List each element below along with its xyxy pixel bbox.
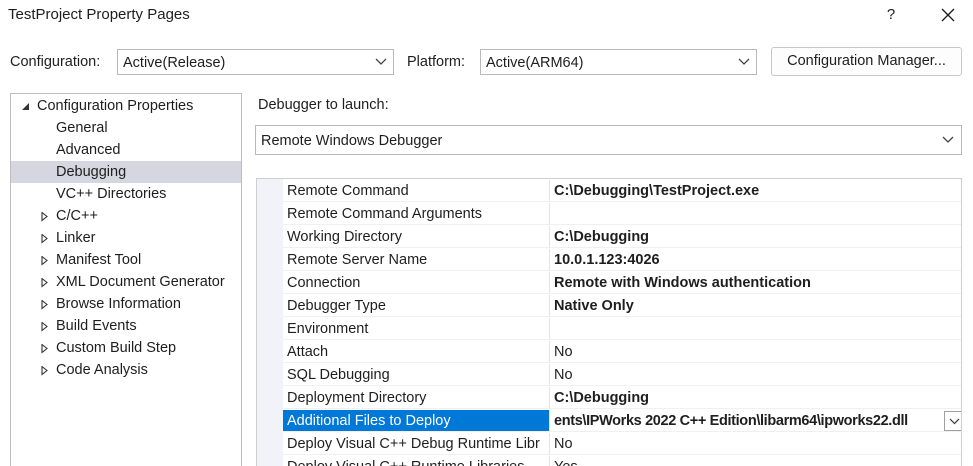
platform-value: Active(ARM64) (486, 55, 584, 71)
tree-item-label: Configuration Properties (37, 98, 194, 114)
chevron-down-icon (942, 136, 954, 143)
tree-item[interactable]: VC++ Directories (11, 183, 241, 205)
tree-item-label: Build Events (56, 318, 137, 334)
property-value[interactable]: Yes (549, 456, 961, 466)
tree-item[interactable]: Manifest Tool (11, 249, 241, 271)
tree-item-label: Debugging (56, 164, 127, 180)
property-name[interactable]: Deploy Visual C++ Runtime Libraries (283, 456, 549, 466)
property-value[interactable]: No (549, 341, 961, 363)
collapsed-triangle-icon[interactable] (39, 205, 51, 227)
configuration-value: Active(Release) (123, 55, 226, 71)
tree-item[interactable]: Browse Information (11, 293, 241, 315)
property-row[interactable]: Working Directory C:\Debugging (283, 226, 961, 249)
tree-item[interactable]: XML Document Generator (11, 271, 241, 293)
property-value-text: ents\IPWorks 2022 C++ Edition\libarm64\i… (554, 413, 908, 429)
property-row[interactable]: Additional Files to Deploy ents\IPWorks 2… (283, 410, 961, 433)
tree-item-label: VC++ Directories (56, 186, 167, 202)
tree-item-label: Browse Information (56, 296, 181, 312)
property-row[interactable]: Connection Remote with Windows authentica… (283, 272, 961, 295)
property-value[interactable]: 10.0.1.123:4026 (549, 249, 961, 271)
property-name[interactable]: Remote Command Arguments (283, 203, 549, 225)
collapsed-triangle-icon[interactable] (39, 359, 51, 381)
chevron-down-icon (375, 58, 387, 65)
property-name[interactable]: Environment (283, 318, 549, 340)
expanded-triangle-icon[interactable] (20, 95, 32, 117)
property-name[interactable]: Deployment Directory (283, 387, 549, 409)
property-row[interactable]: Attach No (283, 341, 961, 364)
property-value[interactable]: No (549, 433, 961, 455)
collapsed-triangle-icon[interactable] (39, 271, 51, 293)
property-name[interactable]: Additional Files to Deploy (283, 410, 549, 432)
collapsed-triangle-icon[interactable] (39, 227, 51, 249)
chevron-down-icon (738, 58, 750, 65)
tree-item-label: Manifest Tool (56, 252, 142, 268)
debugger-value: Remote Windows Debugger (261, 133, 443, 149)
collapsed-triangle-icon[interactable] (39, 293, 51, 315)
configuration-combo[interactable]: Active(Release) (117, 49, 394, 75)
property-value[interactable] (549, 203, 961, 225)
help-button[interactable]: ? (879, 4, 903, 26)
close-icon (941, 8, 955, 22)
tree-item-label: Custom Build Step (56, 340, 177, 356)
tree-item-label: Advanced (56, 142, 121, 158)
collapsed-triangle-icon[interactable] (39, 337, 51, 359)
chevron-down-icon (949, 418, 960, 425)
property-value[interactable]: C:\Debugging (549, 226, 961, 248)
collapsed-triangle-icon[interactable] (39, 315, 51, 337)
dropdown-button[interactable] (944, 411, 961, 431)
property-value[interactable]: Native Only (549, 295, 961, 317)
property-name[interactable]: Connection (283, 272, 549, 294)
tree-item-label: XML Document Generator (56, 274, 225, 290)
configuration-label: Configuration: (10, 54, 101, 70)
property-name[interactable]: Deploy Visual C++ Debug Runtime Libr (283, 433, 549, 455)
platform-label: Platform: (407, 54, 466, 70)
property-value[interactable]: C:\Debugging (549, 387, 961, 409)
property-name[interactable]: Attach (283, 341, 549, 363)
property-row[interactable]: Remote Command Arguments (283, 203, 961, 226)
property-value[interactable]: C:\Debugging\TestProject.exe (549, 180, 961, 202)
tree-item-label: General (56, 120, 108, 136)
property-name[interactable]: Remote Server Name (283, 249, 549, 271)
tree-item[interactable]: Debugging (11, 161, 241, 183)
debugger-combo[interactable]: Remote Windows Debugger (255, 125, 962, 155)
tree-item[interactable]: C/C++ (11, 205, 241, 227)
tree-item[interactable]: Advanced (11, 139, 241, 161)
property-name[interactable]: Debugger Type (283, 295, 549, 317)
property-row[interactable]: Environment (283, 318, 961, 341)
property-row[interactable]: Debugger Type Native Only (283, 295, 961, 318)
property-name[interactable]: Remote Command (283, 180, 549, 202)
property-value[interactable]: ents\IPWorks 2022 C++ Edition\libarm64\i… (549, 410, 961, 432)
debugger-to-launch-label: Debugger to launch: (258, 97, 389, 113)
window-title: TestProject Property Pages (8, 6, 190, 23)
tree-item[interactable]: Configuration Properties (11, 95, 241, 117)
property-row[interactable]: Deployment Directory C:\Debugging (283, 387, 961, 410)
property-row[interactable]: Remote Command C:\Debugging\TestProject.e… (283, 180, 961, 203)
property-row[interactable]: Deploy Visual C++ Debug Runtime Libr No (283, 433, 961, 456)
property-row[interactable]: Remote Server Name 10.0.1.123:4026 (283, 249, 961, 272)
property-name[interactable]: Working Directory (283, 226, 549, 248)
tree-item[interactable]: Custom Build Step (11, 337, 241, 359)
tree-item-label: Code Analysis (56, 362, 148, 378)
tree-item[interactable]: Build Events (11, 315, 241, 337)
property-grid-gutter (257, 179, 283, 466)
tree-item[interactable]: Linker (11, 227, 241, 249)
property-grid[interactable]: Remote Command C:\Debugging\TestProject.e… (256, 178, 962, 466)
tree-item[interactable]: General (11, 117, 241, 139)
collapsed-triangle-icon[interactable] (39, 249, 51, 271)
property-value[interactable]: Remote with Windows authentication (549, 272, 961, 294)
tree-item-label: Linker (56, 230, 96, 246)
tree-item-label: C/C++ (56, 208, 98, 224)
category-tree[interactable]: Configuration Properties General Advanced D… (10, 93, 242, 466)
property-value[interactable]: No (549, 364, 961, 386)
property-value[interactable] (549, 318, 961, 340)
property-row[interactable]: Deploy Visual C++ Runtime LibrariesYes (283, 456, 961, 466)
configuration-manager-button[interactable]: Configuration Manager... (771, 47, 962, 76)
platform-combo[interactable]: Active(ARM64) (480, 49, 757, 75)
close-button[interactable] (933, 2, 963, 28)
tree-item[interactable]: Code Analysis (11, 359, 241, 381)
property-name[interactable]: SQL Debugging (283, 364, 549, 386)
property-row[interactable]: SQL Debugging No (283, 364, 961, 387)
